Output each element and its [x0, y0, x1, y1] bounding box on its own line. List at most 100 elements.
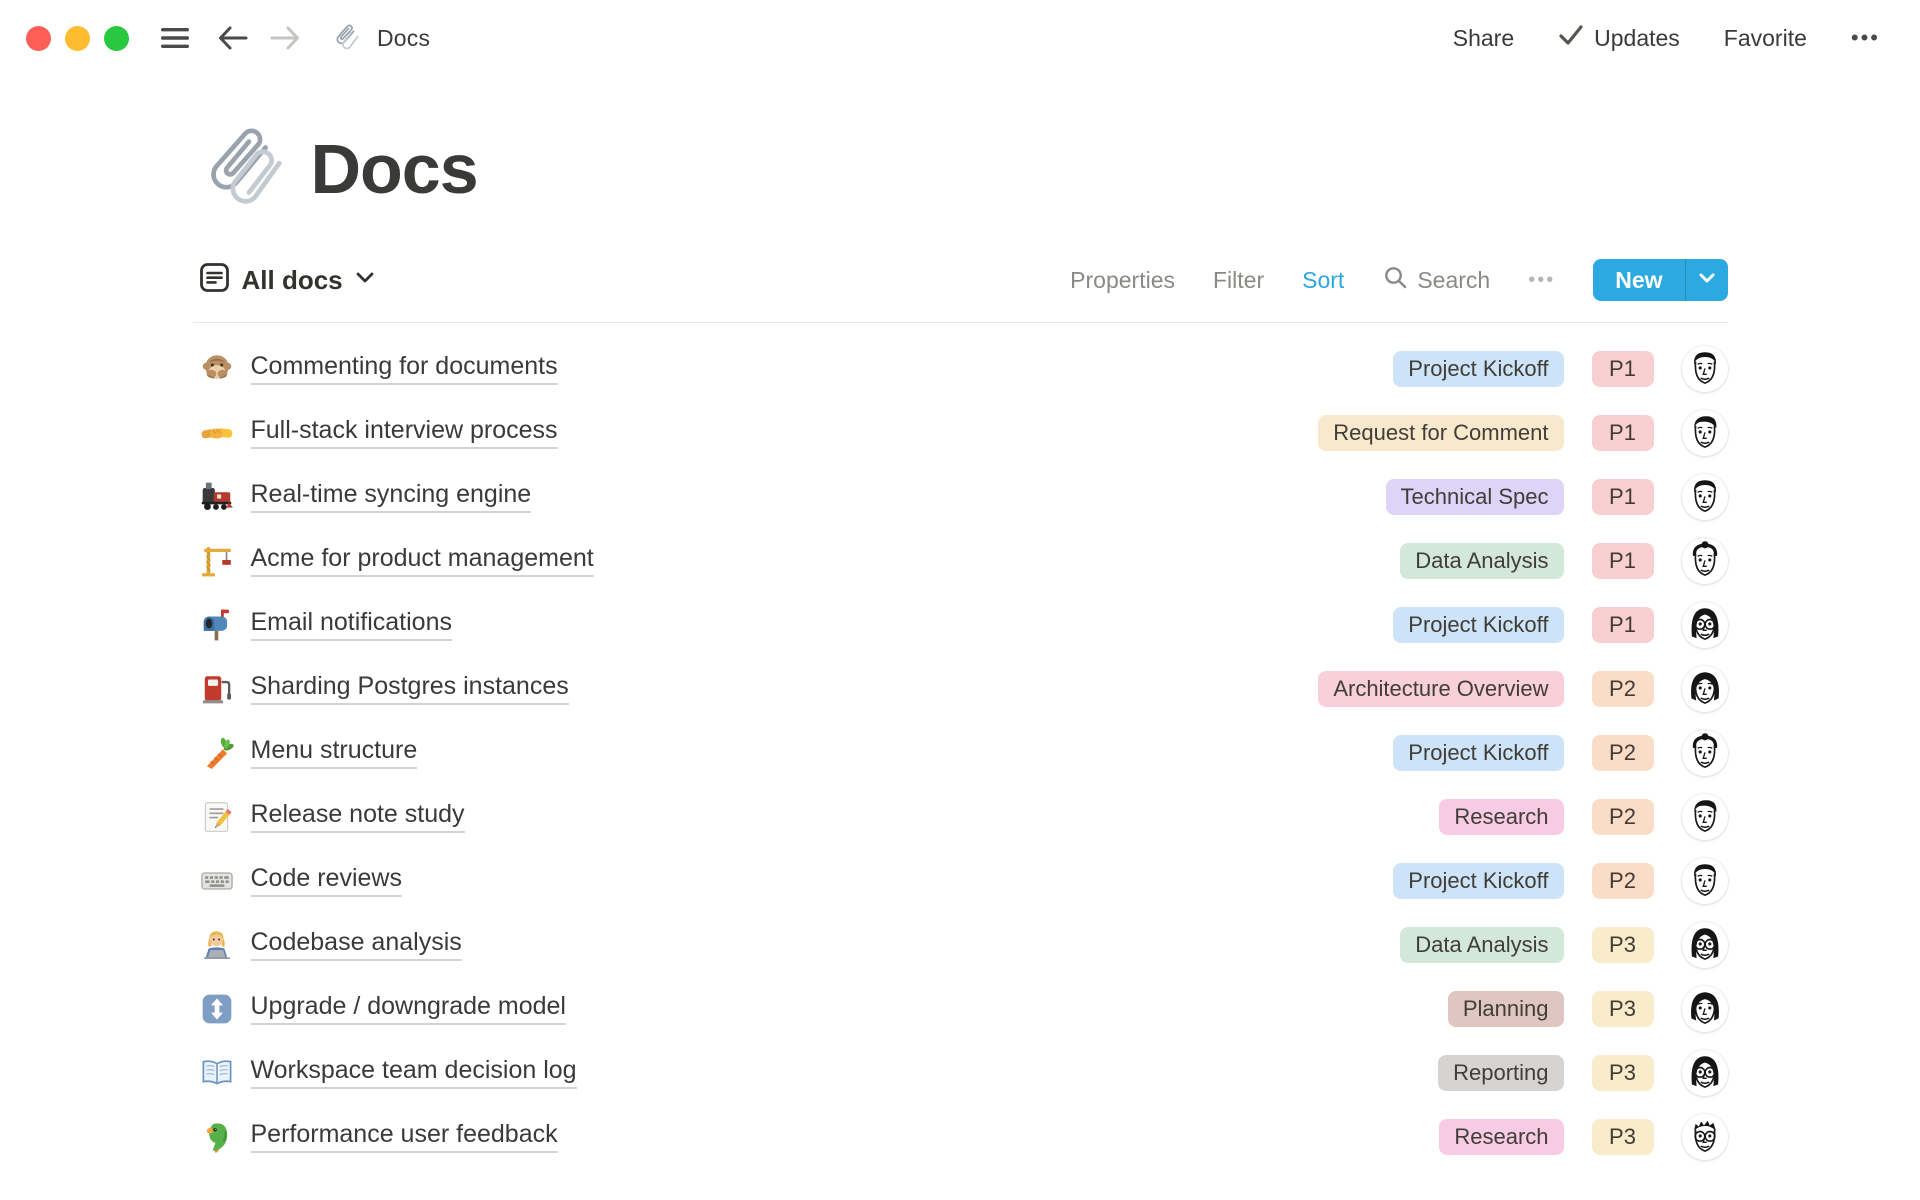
doc-tag-badge: Reporting [1438, 1055, 1563, 1091]
doc-row[interactable]: Upgrade / downgrade model Planning P3 [193, 977, 1728, 1041]
titlebar-document-title: Docs [377, 25, 430, 52]
assignee-avatar-person-glasses-long-hair [1682, 922, 1728, 968]
back-arrow-icon [217, 24, 249, 52]
assignee-avatar-woman-bob [1682, 666, 1728, 712]
doc-priority-badge: P2 [1592, 799, 1654, 835]
assignee-avatar-man-short-dark-hair [1682, 858, 1728, 904]
close-window-button[interactable] [26, 26, 51, 51]
doc-title-link[interactable]: Email notifications [251, 609, 452, 642]
doc-priority-badge: P2 [1592, 735, 1654, 771]
doc-row[interactable]: Release note study Research P2 [193, 785, 1728, 849]
filter-button[interactable]: Filter [1213, 267, 1264, 294]
doc-priority-badge: P1 [1592, 415, 1654, 451]
assignee-avatar-woman-hair-up [1682, 730, 1728, 776]
view-switcher-button[interactable]: All docs [193, 262, 375, 298]
search-button[interactable]: Search [1382, 264, 1490, 296]
speak-no-evil-monkey-icon [199, 351, 235, 387]
toolbar-more-button[interactable]: ••• [1528, 269, 1555, 292]
fuel-pump-icon [199, 671, 235, 707]
doc-title-link[interactable]: Sharding Postgres instances [251, 673, 569, 706]
doc-tag-badge: Planning [1448, 991, 1564, 1027]
favorite-button[interactable]: Favorite [1724, 25, 1807, 52]
assignee-avatar-woman-hair-up [1682, 538, 1728, 584]
chevron-down-icon [355, 271, 375, 289]
doc-title-link[interactable]: Real-time syncing engine [251, 481, 532, 514]
doc-title-link[interactable]: Full-stack interview process [251, 417, 558, 450]
doc-title-link[interactable]: Menu structure [251, 737, 418, 770]
doc-tag-badge: Project Kickoff [1393, 863, 1563, 899]
sort-button[interactable]: Sort [1302, 267, 1344, 294]
doc-title-link[interactable]: Upgrade / downgrade model [251, 993, 566, 1026]
doc-priority-badge: P3 [1592, 991, 1654, 1027]
doc-row[interactable]: Email notifications Project Kickoff P1 [193, 593, 1728, 657]
doc-priority-badge: P3 [1592, 1055, 1654, 1091]
doc-paperclip-icon [331, 22, 363, 54]
parrot-icon [199, 1119, 235, 1155]
assignee-avatar-man-side-part [1682, 794, 1728, 840]
view-toolbar: All docs Properties Filter Sort Search •… [193, 256, 1728, 304]
titlebar-more-button[interactable]: ••• [1851, 25, 1880, 51]
doc-title-link[interactable]: Commenting for documents [251, 353, 558, 386]
doc-tag-badge: Data Analysis [1400, 543, 1563, 579]
doc-title-link[interactable]: Code reviews [251, 865, 402, 898]
doc-row[interactable]: Full-stack interview process Request for… [193, 401, 1728, 465]
doc-title-link[interactable]: Release note study [251, 801, 465, 834]
doc-priority-badge: P3 [1592, 927, 1654, 963]
doc-priority-badge: P1 [1592, 479, 1654, 515]
doc-tag-badge: Technical Spec [1386, 479, 1564, 515]
doc-tag-badge: Project Kickoff [1393, 351, 1563, 387]
doc-priority-badge: P1 [1592, 351, 1654, 387]
assignee-avatar-man-short-dark-hair [1682, 474, 1728, 520]
doc-row[interactable]: Codebase analysis Data Analysis P3 [193, 913, 1728, 977]
doc-row[interactable]: Workspace team decision log Reporting P3 [193, 1041, 1728, 1105]
new-doc-split-button: New [1593, 259, 1727, 301]
assignee-avatar-person-glasses-long-hair [1682, 1050, 1728, 1096]
traffic-lights [26, 26, 129, 51]
doc-priority-badge: P1 [1592, 607, 1654, 643]
docs-page: Docs All docs Properties Filter Sort Sea… [193, 122, 1728, 1169]
doc-title-link[interactable]: Performance user feedback [251, 1121, 558, 1154]
assignee-avatar-woman-bob [1682, 986, 1728, 1032]
doc-row[interactable]: Acme for product management Data Analysi… [193, 529, 1728, 593]
share-button[interactable]: Share [1453, 25, 1514, 52]
doc-row[interactable]: Real-time syncing engine Technical Spec … [193, 465, 1728, 529]
back-button[interactable] [217, 24, 249, 52]
forward-button[interactable] [269, 24, 301, 52]
new-doc-button[interactable]: New [1593, 259, 1684, 301]
doc-list-icon [199, 262, 230, 298]
open-book-icon [199, 1055, 235, 1091]
updates-button[interactable]: Updates [1558, 24, 1680, 52]
doc-priority-badge: P1 [1592, 543, 1654, 579]
assignee-avatar-person-glasses-long-hair [1682, 602, 1728, 648]
minimize-window-button[interactable] [65, 26, 90, 51]
doc-row[interactable]: Commenting for documents Project Kickoff… [193, 337, 1728, 401]
doc-title-link[interactable]: Acme for product management [251, 545, 594, 578]
handshake-icon [199, 415, 235, 451]
doc-row[interactable]: Performance user feedback Research P3 [193, 1105, 1728, 1169]
zoom-window-button[interactable] [104, 26, 129, 51]
view-label: All docs [242, 265, 343, 296]
sidebar-toggle-button[interactable] [159, 26, 191, 50]
doc-priority-badge: P3 [1592, 1119, 1654, 1155]
window-titlebar: Docs Share Updates Favorite ••• [0, 0, 1920, 76]
up-down-arrow-icon [199, 991, 235, 1027]
linked-paperclips-icon [199, 122, 293, 216]
new-doc-dropdown-button[interactable] [1686, 259, 1728, 301]
hamburger-icon [159, 26, 191, 50]
page-header: Docs [193, 122, 1728, 216]
locomotive-icon [199, 479, 235, 515]
doc-title-link[interactable]: Codebase analysis [251, 929, 462, 962]
doc-tag-badge: Request for Comment [1318, 415, 1563, 451]
doc-priority-badge: P2 [1592, 863, 1654, 899]
doc-row[interactable]: Sharding Postgres instances Architecture… [193, 657, 1728, 721]
check-icon [1558, 24, 1584, 52]
properties-button[interactable]: Properties [1070, 267, 1175, 294]
doc-tag-badge: Research [1439, 799, 1563, 835]
doc-list: Commenting for documents Project Kickoff… [193, 323, 1728, 1169]
doc-row[interactable]: Code reviews Project Kickoff P2 [193, 849, 1728, 913]
keyboard-icon [199, 863, 235, 899]
doc-row[interactable]: Menu structure Project Kickoff P2 [193, 721, 1728, 785]
assignee-avatar-man-glasses-spiky [1682, 1114, 1728, 1160]
page-title: Docs [311, 129, 478, 209]
doc-title-link[interactable]: Workspace team decision log [251, 1057, 577, 1090]
